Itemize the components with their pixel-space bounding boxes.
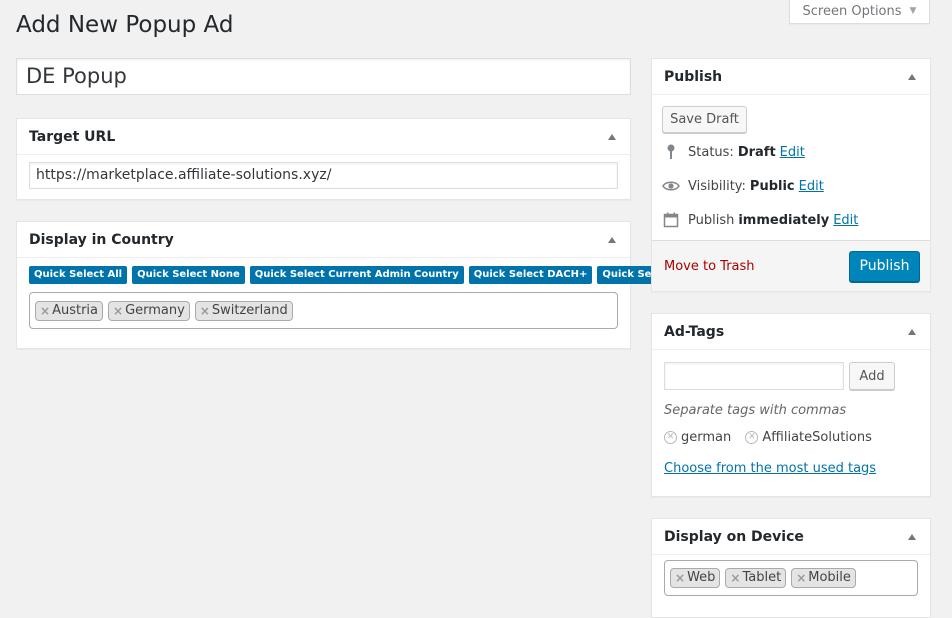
device-chip: × Web <box>670 568 721 588</box>
move-to-trash-link[interactable]: Move to Trash <box>664 259 755 274</box>
publish-header[interactable]: Publish <box>652 59 930 95</box>
screen-options-button[interactable]: Screen Options ▼ <box>789 0 930 24</box>
add-tag-button[interactable]: Add <box>849 362 895 390</box>
country-chip: × Germany <box>108 300 190 321</box>
tag-list: ✕ german ✕ AffiliateSolutions <box>664 428 918 445</box>
quick-select-none-button[interactable]: Quick Select None <box>132 266 245 284</box>
remove-icon[interactable]: × <box>796 569 806 587</box>
display-device-header[interactable]: Display on Device <box>652 519 930 555</box>
country-chip: × Austria <box>35 300 103 321</box>
publish-button[interactable]: Publish <box>849 250 920 282</box>
device-chip: × Mobile <box>791 568 856 588</box>
chip-label: Mobile <box>808 570 851 585</box>
tags-hint: Separate tags with commas <box>664 403 847 418</box>
collapse-arrow-icon[interactable] <box>908 73 916 80</box>
ad-tags-heading: Ad-Tags <box>664 323 725 340</box>
visibility-value: Public <box>749 178 795 194</box>
display-country-heading: Display in Country <box>29 231 174 248</box>
page-title: Add New Popup Ad <box>16 12 234 38</box>
ad-tags-header[interactable]: Ad-Tags <box>652 314 930 350</box>
remove-icon[interactable]: × <box>730 569 740 587</box>
quick-select-dach-plus-button[interactable]: Quick Select DACH+ <box>468 266 593 284</box>
publish-heading: Publish <box>664 68 723 85</box>
display-country-box: Display in Country Quick Select All Quic… <box>16 221 717 349</box>
quick-select-current-admin-country-button[interactable]: Quick Select Current Admin Country <box>249 266 464 284</box>
target-url-box: Target URL https://marketplace.affiliate… <box>16 118 631 200</box>
visibility-row: Visibility: Public Edit <box>662 169 920 203</box>
chip-label: Germany <box>125 302 185 318</box>
tag-label: AffiliateSolutions <box>762 430 872 445</box>
calendar-icon <box>662 212 680 228</box>
country-chip: × Switzerland <box>194 300 293 321</box>
collapse-arrow-icon[interactable] <box>608 236 616 243</box>
choose-most-used-tags-link[interactable]: Choose from the most used tags <box>664 461 876 476</box>
pin-icon <box>662 144 680 160</box>
publish-schedule-row: Publish immediately Edit <box>662 203 920 237</box>
remove-icon[interactable]: × <box>200 302 210 320</box>
remove-icon[interactable]: × <box>675 569 685 587</box>
collapse-arrow-icon[interactable] <box>608 133 616 140</box>
status-row: Status: Draft Edit <box>662 135 920 169</box>
publish-box: Publish Save Draft Status: Draft Edit Vi… <box>651 58 931 292</box>
status-value: Draft <box>737 144 776 160</box>
chip-label: Tablet <box>742 570 782 585</box>
tag-item: ✕ AffiliateSolutions <box>745 430 872 445</box>
target-url-input[interactable]: https://marketplace.affiliate-solutions.… <box>29 162 618 189</box>
edit-schedule-link[interactable]: Edit <box>833 213 858 228</box>
caret-down-icon: ▼ <box>909 6 917 16</box>
publish-value: immediately <box>738 212 830 228</box>
chip-label: Web <box>687 570 716 585</box>
save-draft-button[interactable]: Save Draft <box>662 106 747 133</box>
quick-select-row: Quick Select All Quick Select None Quick… <box>29 266 717 284</box>
device-multiselect[interactable]: × Web × Tablet × Mobile <box>664 560 918 596</box>
remove-icon[interactable]: × <box>113 302 123 320</box>
post-title-input[interactable]: DE Popup <box>16 58 631 95</box>
country-multiselect[interactable]: × Austria × Germany × Switzerland <box>29 292 618 329</box>
tag-item: ✕ german <box>664 430 731 445</box>
major-publishing-actions: Move to Trash Publish <box>652 240 930 291</box>
visibility-label: Visibility: <box>688 178 746 194</box>
collapse-arrow-icon[interactable] <box>908 533 916 540</box>
edit-status-link[interactable]: Edit <box>780 145 805 160</box>
target-url-heading: Target URL <box>29 128 116 145</box>
chip-label: Switzerland <box>211 302 288 318</box>
remove-tag-icon[interactable]: ✕ <box>745 431 759 444</box>
tag-label: german <box>681 430 732 445</box>
edit-visibility-link[interactable]: Edit <box>799 179 824 194</box>
target-url-header[interactable]: Target URL <box>17 119 630 155</box>
quick-select-all-button[interactable]: Quick Select All <box>29 266 128 284</box>
eye-icon <box>662 180 680 192</box>
collapse-arrow-icon[interactable] <box>908 328 916 335</box>
remove-tag-icon[interactable]: ✕ <box>664 431 677 444</box>
ad-tags-box: Ad-Tags Add Separate tags with commas ✕ g… <box>651 313 931 497</box>
display-device-heading: Display on Device <box>664 528 804 545</box>
screen-options-label: Screen Options <box>802 3 902 19</box>
display-device-box: Display on Device × Web × Tablet × Mobile <box>651 518 931 618</box>
status-label: Status: <box>688 144 734 160</box>
display-country-header[interactable]: Display in Country <box>17 222 630 258</box>
chip-label: Austria <box>52 302 98 318</box>
remove-icon[interactable]: × <box>40 302 50 320</box>
publish-label: Publish <box>688 212 735 228</box>
tag-input[interactable] <box>664 362 844 390</box>
device-chip: × Tablet <box>725 568 787 588</box>
